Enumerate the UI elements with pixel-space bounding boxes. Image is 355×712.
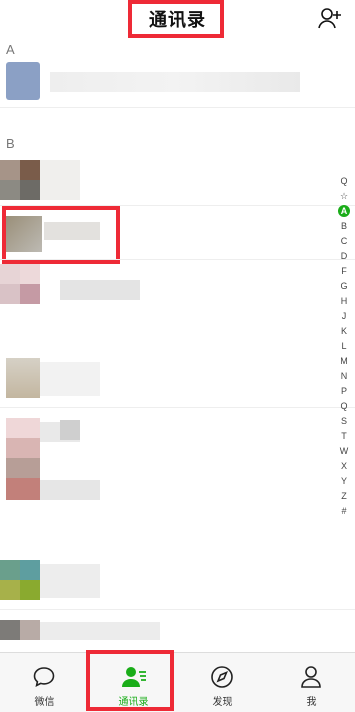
- index-letter[interactable]: J: [337, 309, 351, 324]
- avatar: [0, 620, 20, 640]
- bottom-tab-bar: 微信 通讯录 发现 我: [0, 652, 355, 712]
- index-letter[interactable]: P: [337, 384, 351, 399]
- contact-row[interactable]: [0, 358, 335, 400]
- highlight-box: [2, 206, 120, 264]
- divider: [0, 609, 355, 610]
- index-letter[interactable]: L: [337, 339, 351, 354]
- contact-row[interactable]: [0, 264, 335, 306]
- divider: [0, 259, 355, 260]
- contact-name-blurred: [40, 160, 80, 200]
- index-star-icon[interactable]: ☆: [337, 189, 351, 204]
- index-letter[interactable]: X: [337, 459, 351, 474]
- chat-bubble-icon: [33, 667, 55, 687]
- compass-icon: [211, 666, 233, 688]
- person-icon: [301, 666, 321, 688]
- highlight-box: [86, 650, 174, 711]
- index-letter[interactable]: H: [337, 294, 351, 309]
- index-letter[interactable]: F: [337, 264, 351, 279]
- index-letter[interactable]: K: [337, 324, 351, 339]
- divider: [0, 107, 355, 108]
- index-letter[interactable]: G: [337, 279, 351, 294]
- index-letter[interactable]: N: [337, 369, 351, 384]
- divider: [0, 407, 355, 408]
- add-contact-icon[interactable]: [317, 6, 343, 30]
- contact-row[interactable]: [0, 158, 335, 202]
- index-letter[interactable]: B: [337, 219, 351, 234]
- section-header-b: B: [6, 136, 15, 151]
- avatar: [0, 160, 20, 180]
- index-letter[interactable]: W: [337, 444, 351, 459]
- index-letter[interactable]: Q: [337, 399, 351, 414]
- index-letter[interactable]: Y: [337, 474, 351, 489]
- avatar: [6, 62, 40, 100]
- index-letter[interactable]: #: [337, 504, 351, 519]
- index-letter[interactable]: Z: [337, 489, 351, 504]
- index-letter[interactable]: C: [337, 234, 351, 249]
- section-header-a: A: [6, 42, 15, 57]
- highlight-box: [128, 0, 224, 38]
- tab-chats[interactable]: 微信: [0, 653, 89, 712]
- alphabet-index-bar[interactable]: Q ☆ A B C D F G H J K L M N P Q S T W X …: [337, 174, 351, 519]
- contact-name-blurred: [50, 72, 300, 92]
- index-letter-active[interactable]: A: [338, 205, 350, 217]
- tab-label: 发现: [212, 697, 233, 708]
- contact-name-blurred: [40, 564, 100, 598]
- tab-discover[interactable]: 发现: [178, 653, 267, 712]
- index-letter[interactable]: T: [337, 429, 351, 444]
- contact-row[interactable]: [0, 60, 335, 104]
- contact-name-blurred: [60, 280, 140, 300]
- index-search-icon[interactable]: Q: [337, 174, 351, 189]
- contact-row[interactable]: [0, 616, 335, 652]
- tab-label: 微信: [34, 697, 55, 708]
- index-letter[interactable]: S: [337, 414, 351, 429]
- contact-name-blurred: [40, 622, 160, 640]
- tab-me[interactable]: 我: [267, 653, 355, 712]
- contact-row[interactable]: [0, 560, 335, 604]
- contact-name-blurred: [40, 362, 100, 396]
- index-letter[interactable]: M: [337, 354, 351, 369]
- avatar: [0, 560, 20, 580]
- contact-row[interactable]: [0, 414, 335, 516]
- avatar: [0, 264, 20, 284]
- avatar: [6, 418, 40, 438]
- tab-label: 我: [306, 697, 317, 708]
- avatar: [6, 358, 40, 398]
- index-letter[interactable]: D: [337, 249, 351, 264]
